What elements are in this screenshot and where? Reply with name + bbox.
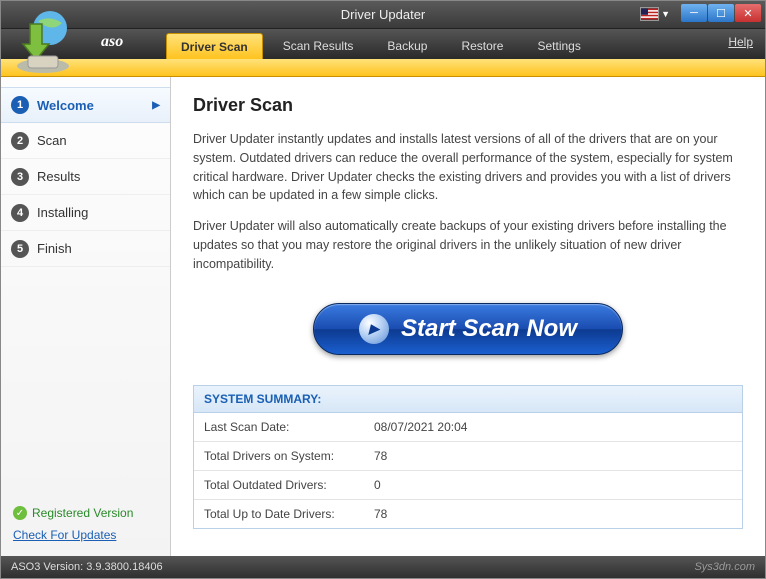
- version-label: ASO3 Version: 3.9.3800.18406: [11, 561, 163, 573]
- step-label: Results: [37, 169, 80, 184]
- summary-value: 78: [374, 507, 387, 521]
- summary-row: Total Outdated Drivers: 0: [194, 471, 742, 500]
- registered-version-label: ✓ Registered Version: [13, 506, 158, 520]
- summary-row: Total Up to Date Drivers: 78: [194, 500, 742, 528]
- step-label: Finish: [37, 241, 72, 256]
- step-label: Welcome: [37, 98, 94, 113]
- summary-label: Total Drivers on System:: [204, 449, 374, 463]
- close-button[interactable]: ✕: [735, 4, 761, 22]
- step-number-icon: 1: [11, 96, 29, 114]
- help-link[interactable]: Help: [728, 35, 753, 49]
- page-heading: Driver Scan: [193, 95, 743, 116]
- summary-value: 78: [374, 449, 387, 463]
- sidebar: 1 Welcome 2 Scan 3 Results 4 Installing …: [1, 77, 171, 556]
- step-number-icon: 5: [11, 240, 29, 258]
- titlebar: Driver Updater ▼ ─ ☐ ✕: [1, 1, 765, 29]
- status-bar: ASO3 Version: 3.9.3800.18406 Sys3dn.com: [1, 556, 765, 578]
- summary-title: SYSTEM SUMMARY:: [194, 386, 742, 413]
- check-for-updates-link[interactable]: Check For Updates: [13, 528, 158, 542]
- watermark: Sys3dn.com: [694, 561, 755, 573]
- step-label: Scan: [37, 133, 67, 148]
- step-number-icon: 4: [11, 204, 29, 222]
- maximize-button[interactable]: ☐: [708, 4, 734, 22]
- summary-label: Total Outdated Drivers:: [204, 478, 374, 492]
- summary-row: Total Drivers on System: 78: [194, 442, 742, 471]
- tab-driver-scan[interactable]: Driver Scan: [166, 33, 263, 59]
- tab-settings[interactable]: Settings: [523, 33, 594, 59]
- step-results[interactable]: 3 Results: [1, 159, 170, 195]
- tab-scan-results[interactable]: Scan Results: [269, 33, 368, 59]
- language-selector[interactable]: ▼: [640, 5, 670, 23]
- window-title: Driver Updater: [341, 7, 426, 22]
- app-logo-icon: [8, 6, 78, 76]
- main-content: Driver Scan Driver Updater instantly upd…: [171, 77, 765, 556]
- check-icon: ✓: [13, 506, 27, 520]
- system-summary-panel: SYSTEM SUMMARY: Last Scan Date: 08/07/20…: [193, 385, 743, 529]
- description-paragraph: Driver Updater will also automatically c…: [193, 217, 743, 273]
- summary-label: Last Scan Date:: [204, 420, 374, 434]
- step-scan[interactable]: 2 Scan: [1, 123, 170, 159]
- step-label: Installing: [37, 205, 88, 220]
- description-paragraph: Driver Updater instantly updates and ins…: [193, 130, 743, 205]
- start-scan-button[interactable]: ▶ Start Scan Now: [313, 303, 623, 355]
- step-number-icon: 2: [11, 132, 29, 150]
- caret-down-icon: ▼: [661, 9, 670, 19]
- minimize-button[interactable]: ─: [681, 4, 707, 22]
- tab-bar: aso Driver Scan Scan Results Backup Rest…: [1, 29, 765, 59]
- flag-us-icon: [640, 7, 659, 21]
- step-welcome[interactable]: 1 Welcome: [1, 87, 170, 123]
- summary-label: Total Up to Date Drivers:: [204, 507, 374, 521]
- tab-restore[interactable]: Restore: [447, 33, 517, 59]
- brand-logo: aso: [101, 33, 123, 51]
- tab-backup[interactable]: Backup: [373, 33, 441, 59]
- play-icon: ▶: [359, 314, 389, 344]
- summary-value: 08/07/2021 20:04: [374, 420, 467, 434]
- step-finish[interactable]: 5 Finish: [1, 231, 170, 267]
- step-number-icon: 3: [11, 168, 29, 186]
- ribbon-accent: [1, 59, 765, 77]
- summary-value: 0: [374, 478, 381, 492]
- step-installing[interactable]: 4 Installing: [1, 195, 170, 231]
- summary-row: Last Scan Date: 08/07/2021 20:04: [194, 413, 742, 442]
